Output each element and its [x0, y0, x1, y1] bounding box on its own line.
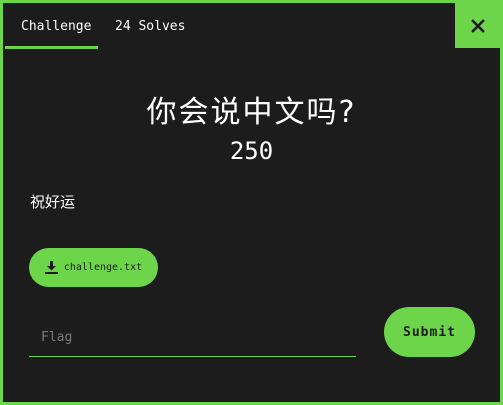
close-icon — [470, 18, 485, 33]
flag-input[interactable] — [29, 319, 356, 357]
tab-challenge[interactable]: Challenge — [5, 5, 98, 49]
tab-bar: Challenge 24 Solves — [5, 5, 201, 49]
submit-button[interactable]: Submit — [384, 307, 475, 357]
download-icon — [44, 261, 58, 274]
challenge-points: 250 — [229, 137, 274, 165]
file-label: challenge.txt — [63, 262, 143, 273]
tab-solves[interactable]: 24 Solves — [98, 5, 201, 49]
file-download-button[interactable]: challenge.txt — [29, 248, 158, 287]
challenge-title: 你会说中文吗? — [146, 95, 357, 130]
challenge-description: 祝好运 — [30, 193, 76, 211]
close-button[interactable] — [455, 3, 500, 48]
challenge-modal: Challenge 24 Solves 你会说中文吗? 250 祝好运 chal… — [0, 0, 503, 405]
